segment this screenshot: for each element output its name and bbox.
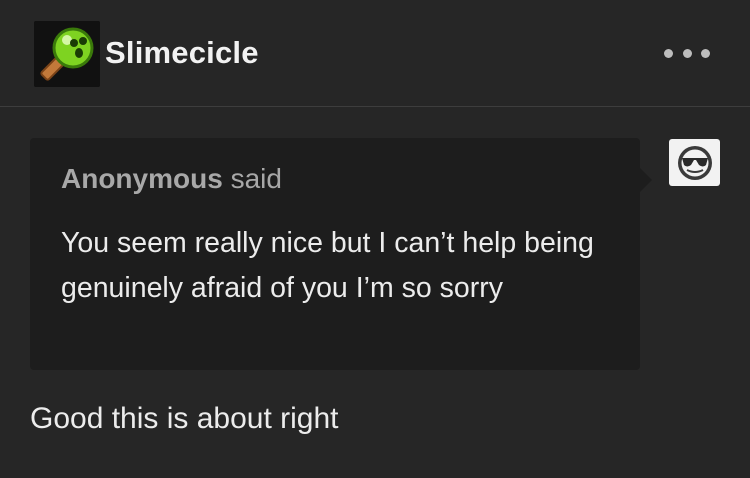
- asker-name: Anonymous: [61, 163, 223, 194]
- post-header: Slimecicle: [0, 0, 750, 107]
- blog-avatar[interactable]: [34, 21, 100, 87]
- more-options-button[interactable]: [664, 40, 710, 66]
- ask-bubble: Anonymous said You seem really nice but …: [30, 138, 652, 370]
- anonymous-avatar: [669, 139, 720, 186]
- green-slime-popsicle-icon: [34, 21, 100, 87]
- asker-line: Anonymous said: [61, 162, 282, 196]
- ellipsis-dot: [701, 48, 710, 58]
- ellipsis-horizontal-icon: [664, 48, 673, 58]
- ellipsis-dot: [682, 48, 692, 58]
- said-label: said: [230, 163, 282, 194]
- blog-name[interactable]: Slimecicle: [105, 34, 259, 72]
- answer-text: Good this is about right: [30, 402, 339, 435]
- question-text: You seem really nice but I can’t help be…: [61, 227, 594, 304]
- anonymous-sunglasses-icon: [677, 145, 712, 180]
